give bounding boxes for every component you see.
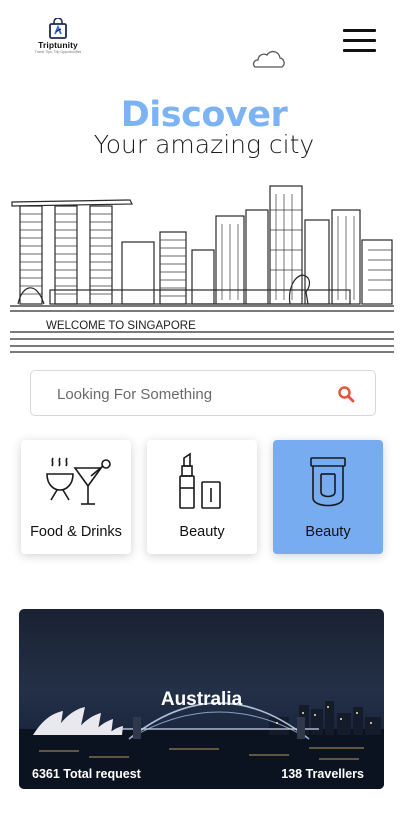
lipstick-icon xyxy=(179,452,221,509)
search-icon[interactable] xyxy=(337,385,355,403)
brand-logo[interactable]: Triptunity Travel Tips, Trip Opportuniti… xyxy=(28,18,88,66)
food-drinks-icon xyxy=(46,457,111,505)
singapore-skyline-illustration: WELCOME TO SINGAPORE xyxy=(10,185,394,353)
skyline-caption: WELCOME TO SINGAPORE xyxy=(46,320,196,332)
search-input[interactable] xyxy=(57,383,327,405)
hamburger-menu-button[interactable] xyxy=(343,27,377,53)
cream-tube-icon xyxy=(310,457,346,507)
category-label: Beauty xyxy=(179,524,225,540)
brand-tagline: Travel Tips, Trip Opportunities xyxy=(34,50,82,54)
cloud-icon xyxy=(253,50,285,68)
featured-destination-card[interactable]: Australia 6361 Total request 138 Travell… xyxy=(19,609,384,789)
category-card-food-drinks[interactable]: Food & Drinks xyxy=(21,440,131,554)
travellers-count-text: 138 Travellers xyxy=(281,767,364,781)
hero-title: Discover xyxy=(120,95,288,135)
menu-bar xyxy=(343,29,376,32)
category-card-beauty-active[interactable]: Beauty xyxy=(273,440,383,554)
category-label: Food & Drinks xyxy=(30,524,122,540)
search-bar[interactable] xyxy=(30,370,376,416)
brand-name: Triptunity xyxy=(38,40,78,50)
destination-title: Australia xyxy=(160,689,243,710)
hero-subtitle: Your amazing city xyxy=(93,130,315,159)
shopping-bag-icon xyxy=(49,18,67,39)
menu-bar xyxy=(343,39,376,42)
category-card-beauty[interactable]: Beauty xyxy=(147,440,257,554)
menu-bar xyxy=(343,49,376,52)
total-requests-text: 6361 Total request xyxy=(32,767,141,781)
category-label: Beauty xyxy=(305,524,351,540)
